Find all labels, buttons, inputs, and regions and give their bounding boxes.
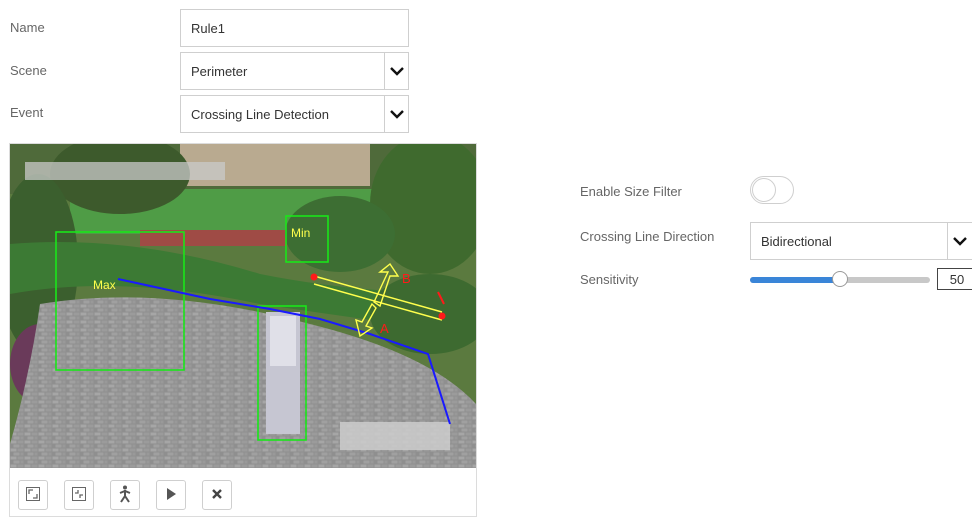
scene-label: Scene <box>10 63 47 78</box>
max-label: Max <box>93 278 116 292</box>
delete-button[interactable] <box>202 480 232 510</box>
play-button[interactable] <box>156 480 186 510</box>
direction-select-value: Bidirectional <box>761 233 832 249</box>
sensitivity-slider-fill <box>750 277 840 283</box>
line-endpoint[interactable] <box>310 273 318 281</box>
scene-select-value: Perimeter <box>191 63 248 79</box>
sensitivity-label: Sensitivity <box>580 272 639 287</box>
chevron-down-icon <box>947 223 971 259</box>
play-icon <box>165 487 177 504</box>
video-preview-frame: Min Max B A <box>9 143 477 517</box>
video-toolbar <box>10 468 476 516</box>
video-preview[interactable]: Min Max B A <box>10 144 476 468</box>
chevron-down-icon <box>384 96 408 132</box>
sensitivity-slider-handle[interactable] <box>832 271 848 287</box>
direction-select[interactable]: Bidirectional <box>750 222 972 260</box>
chevron-down-icon <box>384 53 408 89</box>
exit-fullscreen-icon <box>71 486 87 505</box>
direction-label: Crossing Line Direction <box>580 229 715 244</box>
name-input[interactable]: Rule1 <box>180 9 409 47</box>
exit-fullscreen-button[interactable] <box>64 480 94 510</box>
sensitivity-input[interactable]: 50 <box>937 268 972 290</box>
close-icon <box>211 488 223 503</box>
toggle-knob <box>752 178 776 202</box>
sensitivity-slider[interactable] <box>750 271 930 287</box>
line-endpoint[interactable] <box>438 312 446 320</box>
fullscreen-button[interactable] <box>18 480 48 510</box>
event-select-value: Crossing Line Detection <box>191 106 330 122</box>
line-label-b: B <box>402 271 411 286</box>
person-icon <box>117 485 133 506</box>
scene-select[interactable]: Perimeter <box>180 52 409 90</box>
size-filter-toggle[interactable] <box>750 176 794 204</box>
line-label-a: A <box>380 321 389 336</box>
person-button[interactable] <box>110 480 140 510</box>
fullscreen-icon <box>25 486 41 505</box>
name-input-value: Rule1 <box>191 20 225 36</box>
event-label: Event <box>10 105 44 120</box>
event-select[interactable]: Crossing Line Detection <box>180 95 409 133</box>
min-label: Min <box>291 226 311 240</box>
name-label: Name <box>10 20 45 35</box>
size-filter-label: Enable Size Filter <box>580 184 682 199</box>
sensitivity-value: 50 <box>949 271 965 287</box>
